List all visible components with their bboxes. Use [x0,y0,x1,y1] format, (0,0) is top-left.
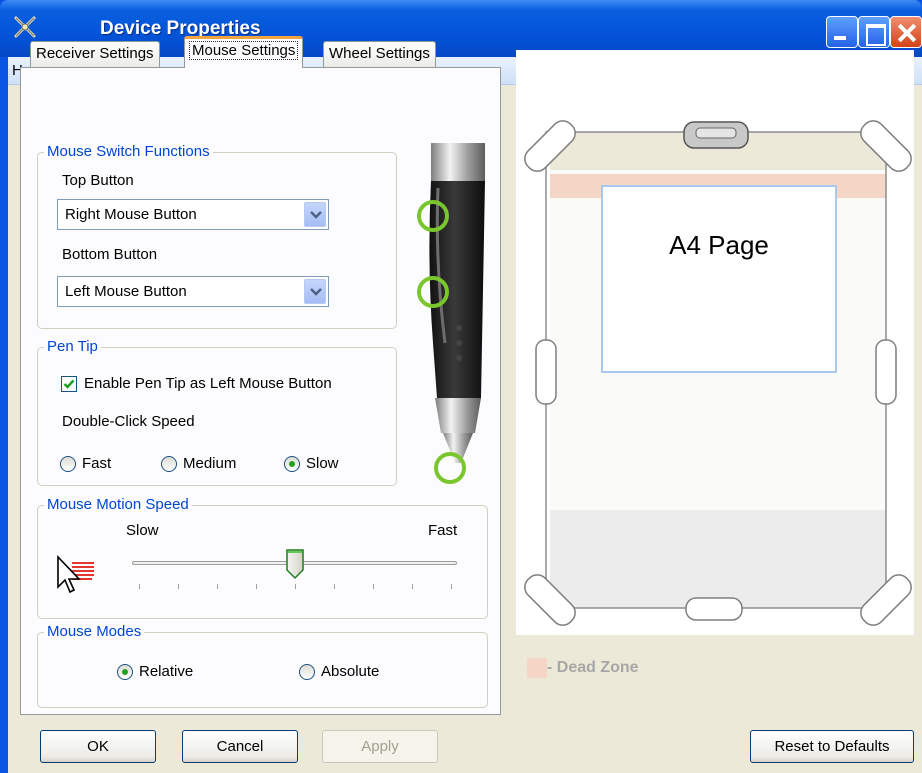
slider-tick [139,584,140,589]
speed-slow-label[interactable]: Slow [306,455,339,472]
top-button-select[interactable]: Right Mouse Button [57,199,329,230]
group-legend: Mouse Modes [44,623,145,640]
enable-pen-tip-label[interactable]: Enable Pen Tip as Left Mouse Button [84,375,332,392]
slider-tick [217,584,218,589]
group-legend: Mouse Motion Speed [44,496,192,513]
tab-receiver-settings[interactable]: Receiver Settings [30,41,160,67]
tablet-preview: A4 Page [516,50,914,635]
dropdown-arrow-icon[interactable] [304,279,326,304]
double-click-speed-label: Double-Click Speed [62,413,195,430]
group-legend: Pen Tip [44,338,101,355]
speed-medium-label[interactable]: Medium [183,455,236,472]
slider-tick [295,584,296,589]
enable-pen-tip-checkbox[interactable] [61,376,77,392]
top-button-value: Right Mouse Button [65,206,197,223]
pen-tip-ring [434,452,466,484]
dead-zone-swatch [527,658,547,678]
mode-relative-label[interactable]: Relative [139,663,193,680]
tab-wheel-settings[interactable]: Wheel Settings [323,41,436,67]
pen-illustration [417,143,485,484]
dropdown-arrow-icon[interactable] [304,202,326,227]
bottom-button-select[interactable]: Left Mouse Button [57,276,329,307]
slider-tick [256,584,257,589]
device-properties-window: Device Properties Help▼ Receiver Setting… [0,0,922,773]
slider-tick [178,584,179,589]
bottom-button-label: Bottom Button [62,246,158,263]
fast-label: Fast [428,522,458,539]
a4-page-area [601,185,837,373]
bottom-button-value: Left Mouse Button [65,283,187,300]
checkmark-icon [63,379,75,389]
speed-medium-radio[interactable] [161,456,177,472]
tab-label: Receiver Settings [36,45,154,62]
top-button-label: Top Button [62,172,134,189]
minimize-button[interactable] [826,16,858,48]
mouse-modes-group: Mouse Modes [37,623,488,708]
mouse-speed-cursor-icon [57,555,94,594]
mode-absolute-label[interactable]: Absolute [321,663,379,680]
mode-absolute-radio[interactable] [299,664,315,680]
close-button[interactable] [890,16,922,48]
mode-relative-radio[interactable] [117,664,133,680]
app-icon [14,16,36,38]
slider-tick [451,584,452,589]
dead-zone-label: - Dead Zone [547,659,639,676]
slider-tick [373,584,374,589]
slow-label: Slow [126,522,159,539]
apply-button[interactable]: Apply [322,730,438,763]
maximize-button[interactable] [858,16,890,48]
ok-button[interactable]: OK [40,730,156,763]
tab-label: Mouse Settings [188,41,299,60]
svg-text:A4 Page: A4 Page [669,230,769,260]
speed-fast-label[interactable]: Fast [82,455,111,472]
cancel-button[interactable]: Cancel [182,730,298,763]
speed-fast-radio[interactable] [60,456,76,472]
receiver-clip [683,121,749,149]
slider-tick [412,584,413,589]
tablet-area-diagram: A4 Page [516,50,914,635]
tab-mouse-settings[interactable]: Mouse Settings [184,36,304,68]
slider-tick [334,584,335,589]
motion-speed-slider-thumb[interactable] [285,548,305,580]
reset-defaults-button[interactable]: Reset to Defaults [750,730,914,763]
speed-slow-radio[interactable] [284,456,300,472]
tab-label: Wheel Settings [329,45,430,62]
group-legend: Mouse Switch Functions [44,143,213,160]
